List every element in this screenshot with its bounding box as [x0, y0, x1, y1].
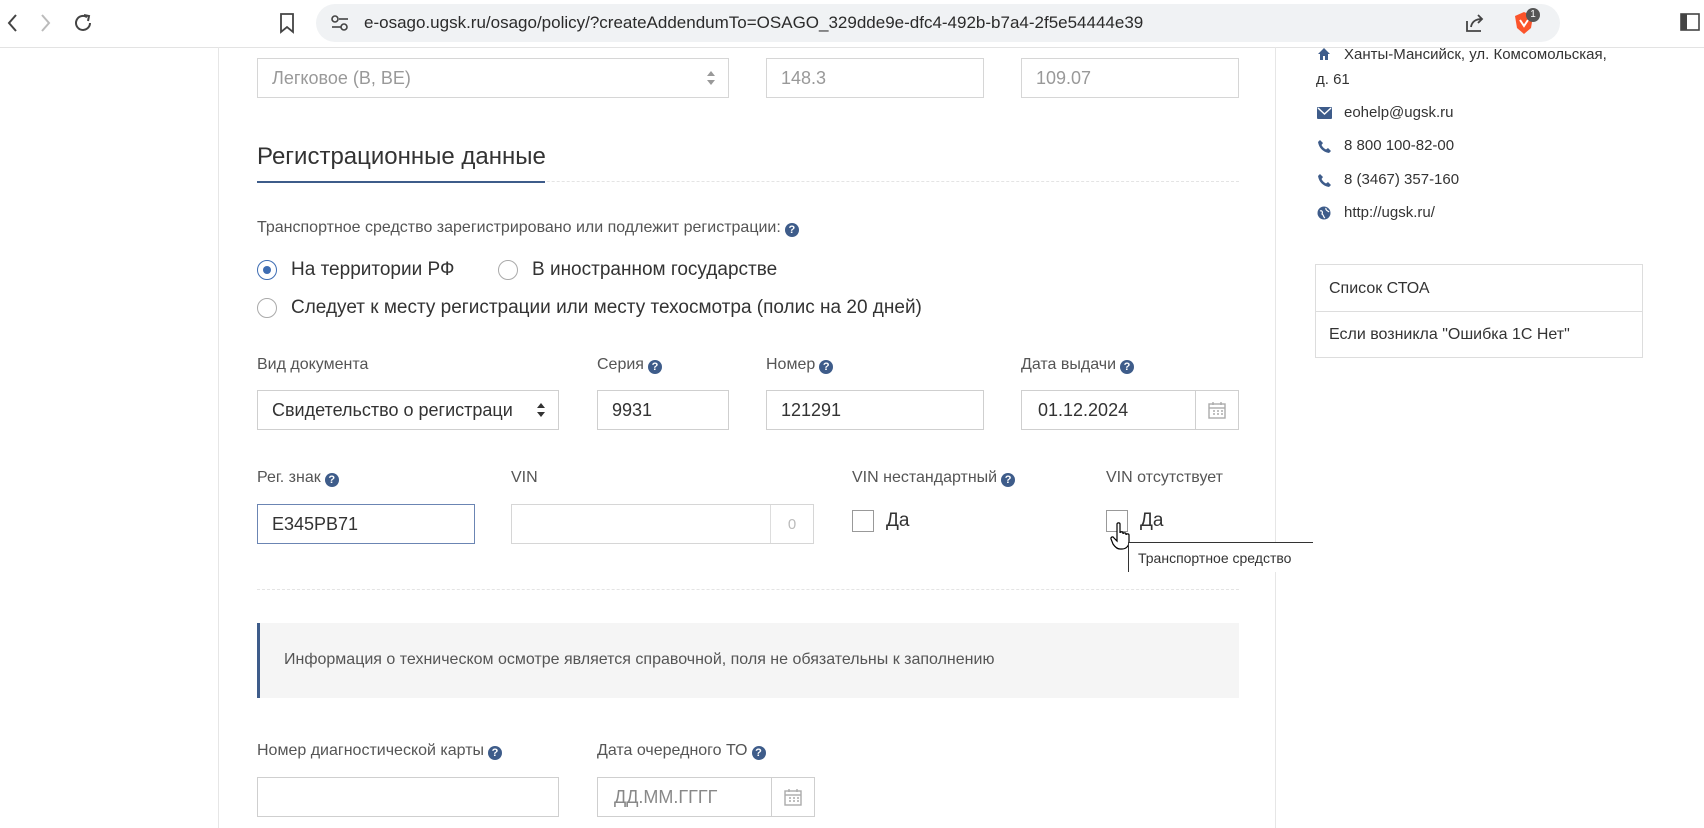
doc-date-input[interactable]: 01.12.2024 [1021, 390, 1239, 430]
help-icon[interactable]: ? [1001, 473, 1016, 487]
select-arrows-icon [707, 71, 715, 85]
home-icon [1316, 46, 1332, 62]
vin-nonstandard-checkbox[interactable] [852, 510, 874, 532]
phone-icon [1316, 172, 1332, 188]
back-icon[interactable] [0, 10, 26, 36]
content-left-border [218, 47, 219, 828]
phone-2[interactable]: 8 (3467) 357-160 [1344, 171, 1459, 188]
power-hp-input[interactable]: 148.3 [766, 58, 984, 98]
inspection-info-box: Информация о техническом осмотре являетс… [257, 623, 1239, 698]
url-text: e-osago.ugsk.ru/osago/policy/?createAdde… [364, 13, 1144, 32]
browser-toolbar: e-osago.ugsk.ru/osago/policy/?createAdde… [0, 0, 1704, 48]
power-kw-input[interactable]: 109.07 [1021, 58, 1239, 98]
extension-badge: 1 [1526, 8, 1540, 22]
help-icon[interactable]: ? [324, 473, 339, 487]
vin-label: VIN [511, 469, 538, 486]
vin-char-counter: 0 [770, 505, 813, 543]
sidebar-link-stoa[interactable]: Список СТОА [1316, 265, 1642, 312]
help-icon[interactable]: ? [751, 746, 766, 760]
section-title-underline [257, 181, 545, 183]
help-icon[interactable]: ? [784, 223, 799, 237]
vehicle-category-select[interactable]: Легковое (B, BE) [257, 58, 729, 98]
tooltip: Транспортное средство [1128, 542, 1313, 572]
vin-nonstandard-check-label[interactable]: Да [886, 510, 909, 532]
doc-number-input[interactable]: 121291 [766, 390, 984, 430]
address-bar[interactable]: e-osago.ugsk.ru/osago/policy/?createAdde… [316, 4, 1560, 42]
radio-in-transit-label[interactable]: Следует к месту регистрации или месту те… [291, 297, 922, 319]
doc-number-label: Номер? [766, 356, 834, 374]
radio-russia-label[interactable]: На территории РФ [291, 259, 454, 281]
help-icon[interactable]: ? [1120, 360, 1135, 374]
phone-1[interactable]: 8 800 100-82-00 [1344, 137, 1454, 154]
doc-type-select[interactable]: Свидетельство о регистраци [257, 390, 559, 430]
doc-type-label: Вид документа [257, 356, 369, 373]
diag-card-label: Номер диагностической карты? [257, 742, 503, 760]
help-icon[interactable]: ? [488, 746, 503, 760]
email-link[interactable]: eohelp@ugsk.ru [1344, 104, 1453, 121]
share-icon[interactable] [1464, 12, 1486, 39]
content-right-border [1275, 47, 1276, 828]
section-title: Регистрационные данные [257, 143, 546, 170]
radio-in-transit[interactable] [257, 298, 277, 318]
sidebar-links-list: Список СТОА Если возникла "Ошибка 1С Нет… [1315, 264, 1643, 358]
diag-card-input[interactable] [257, 777, 559, 817]
calendar-icon[interactable] [1195, 391, 1238, 429]
envelope-icon [1316, 105, 1332, 121]
vin-input[interactable]: 0 [511, 504, 814, 544]
help-icon[interactable]: ? [647, 360, 662, 374]
doc-date-label: Дата выдачи? [1021, 356, 1135, 374]
forward-icon[interactable] [32, 10, 58, 36]
radio-russia[interactable] [257, 260, 277, 280]
address-line2: д. 61 [1316, 71, 1350, 88]
calendar-icon[interactable] [771, 778, 814, 816]
vin-nonstandard-label: VIN нестандартный? [852, 469, 1016, 487]
brave-shield-icon[interactable]: 1 [1512, 8, 1540, 41]
globe-icon [1316, 205, 1332, 221]
sidebar-link-error-1c[interactable]: Если возникла "Ошибка 1С Нет" [1316, 311, 1642, 357]
radio-foreign[interactable] [498, 260, 518, 280]
reg-plate-label: Рег. знак? [257, 469, 339, 487]
doc-series-label: Серия? [597, 356, 662, 374]
bookmark-icon[interactable] [274, 10, 300, 36]
help-icon[interactable]: ? [819, 360, 834, 374]
reg-plate-input[interactable]: Е345РВ71 [257, 504, 475, 544]
doc-series-input[interactable]: 9931 [597, 390, 729, 430]
address-line1: Ханты-Мансийск, ул. Комсомольская, [1344, 46, 1607, 63]
registration-question: Транспортное средство зарегистрировано и… [257, 219, 799, 237]
row-divider [257, 589, 1239, 591]
site-settings-icon[interactable] [330, 14, 350, 37]
select-arrows-icon [537, 403, 545, 417]
next-to-label: Дата очередного ТО? [597, 742, 766, 760]
vin-absent-check-label[interactable]: Да [1140, 510, 1163, 532]
next-to-date-input[interactable]: ДД.ММ.ГГГГ [597, 777, 815, 817]
reload-icon[interactable] [70, 10, 96, 36]
phone-icon [1316, 138, 1332, 154]
website-link[interactable]: http://ugsk.ru/ [1344, 204, 1435, 221]
sidebar-toggle-icon[interactable] [1680, 13, 1700, 36]
radio-foreign-label[interactable]: В иностранном государстве [532, 259, 777, 281]
vin-absent-label: VIN отсутствует [1106, 469, 1223, 486]
